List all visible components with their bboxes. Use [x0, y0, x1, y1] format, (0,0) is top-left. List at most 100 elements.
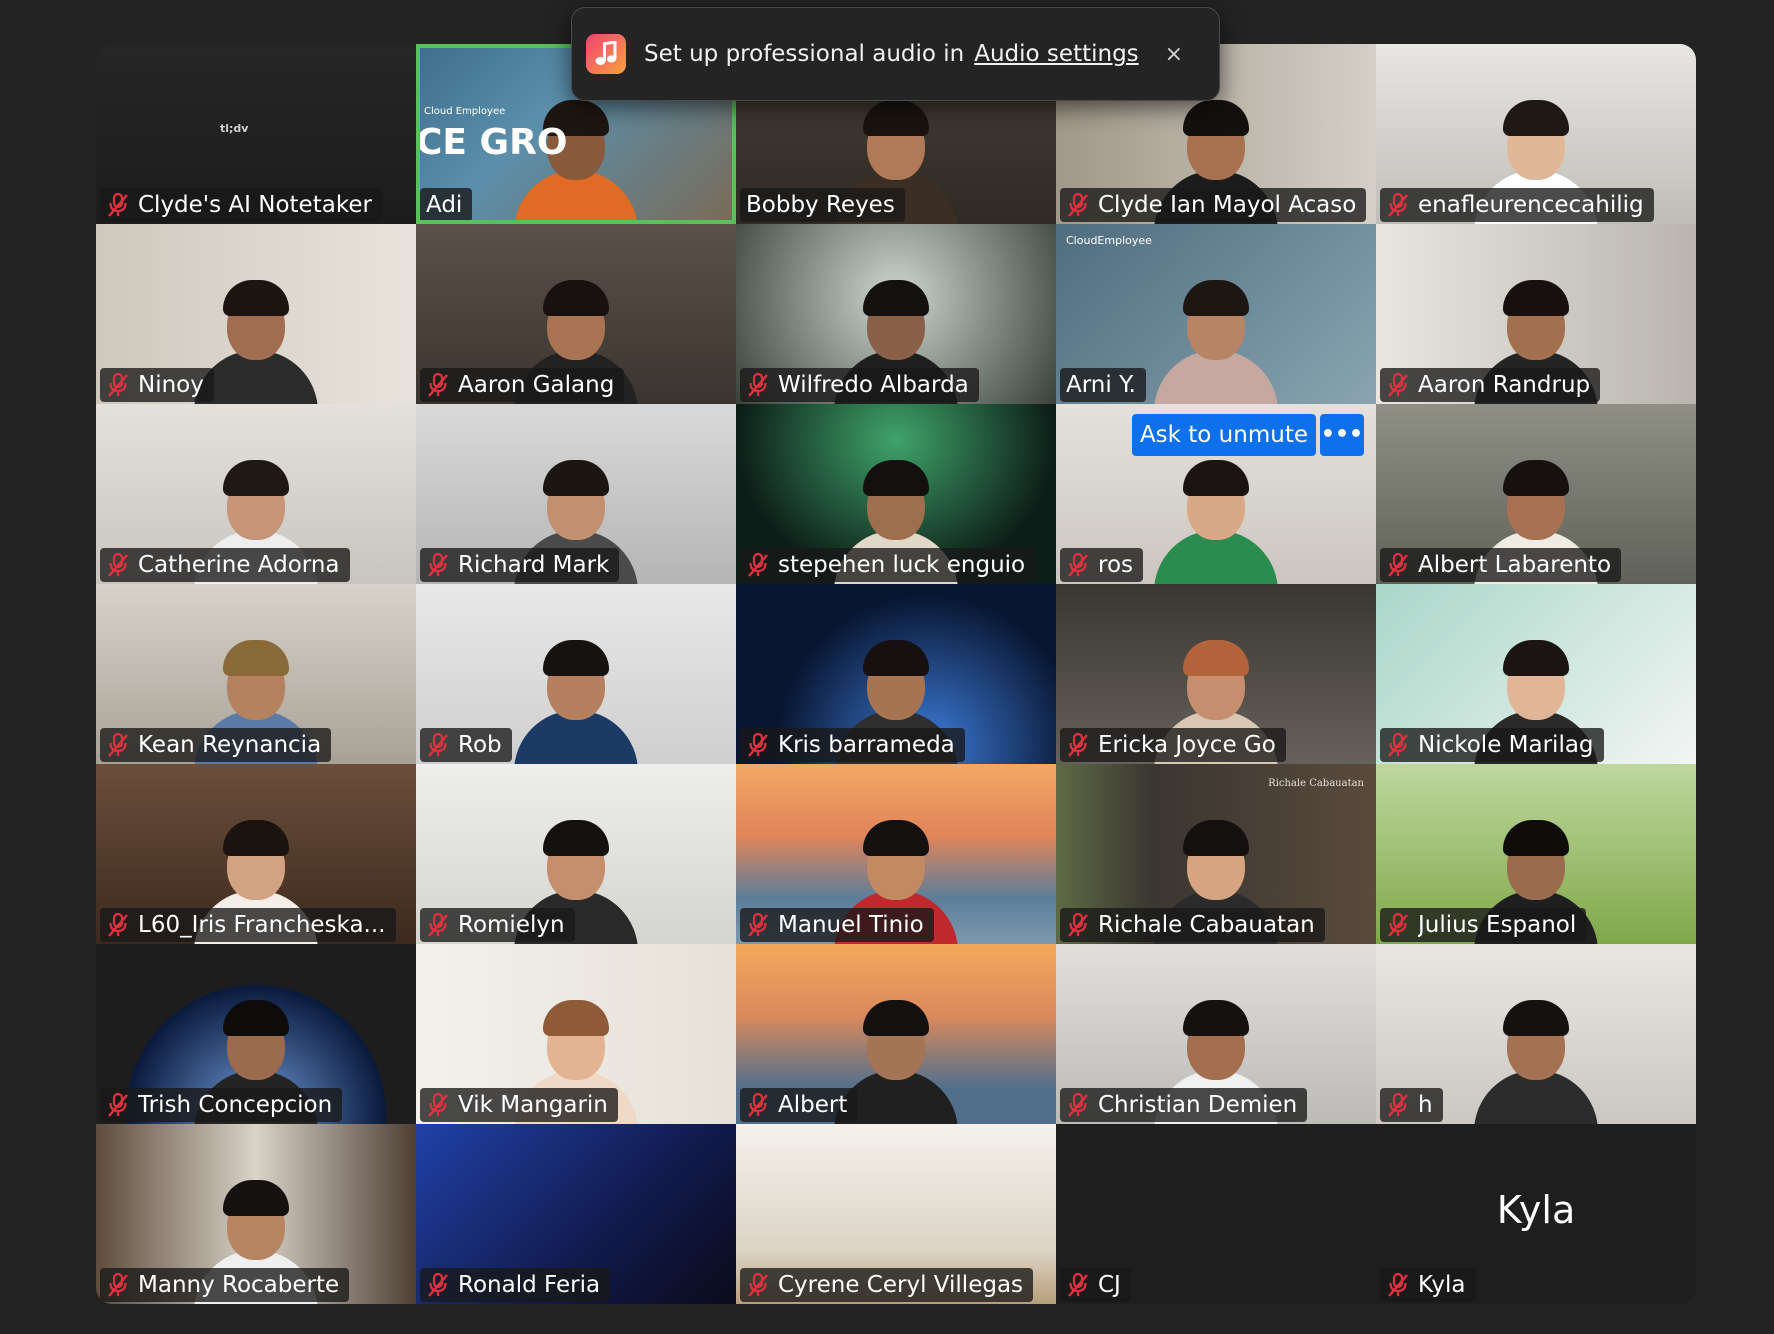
participant-name: Ronald Feria [458, 1272, 601, 1298]
participant-name-label: Rob [420, 728, 512, 762]
participant-name-label: Bobby Reyes [740, 188, 905, 222]
participant-name: Cyrene Ceryl Villegas [778, 1272, 1024, 1298]
participant-name-label: L60_Iris Francheska... [100, 908, 396, 942]
participant-name: CJ [1098, 1272, 1121, 1298]
participant-tile[interactable]: enafleurencecahilig [1376, 44, 1696, 224]
participant-tile[interactable]: Kris barrameda [736, 584, 1056, 764]
mic-muted-icon [748, 1092, 768, 1117]
participant-name: Ninoy [138, 372, 204, 398]
participant-tile[interactable]: L60_Iris Francheska... [96, 764, 416, 944]
participant-name: Arni Y. [1066, 372, 1136, 398]
participant-tile[interactable]: stepehen luck enguio [736, 404, 1056, 584]
mic-muted-icon [428, 732, 448, 757]
participant-tile[interactable]: Kyla Kyla [1376, 1124, 1696, 1304]
toast-message: Set up professional audio in [644, 41, 965, 67]
participant-name-label: Julius Espanol [1380, 908, 1587, 942]
mic-muted-icon [1068, 1092, 1088, 1117]
mic-muted-icon [428, 552, 448, 577]
mic-muted-icon [1068, 1272, 1088, 1297]
participant-tile[interactable]: Manny Rocaberte [96, 1124, 416, 1304]
participant-tile[interactable]: CloudEmployee Arni Y. [1056, 224, 1376, 404]
more-options-icon[interactable]: ••• [1320, 414, 1364, 456]
participant-tile[interactable]: Christian Demien [1056, 944, 1376, 1124]
participant-center-name: Kyla [1496, 1188, 1576, 1232]
participant-name-label: Romielyn [420, 908, 575, 942]
participant-name: Nickole Marilag [1418, 732, 1594, 758]
participant-name-label: CJ [1060, 1268, 1131, 1302]
background-brand-text: Cloud Employee [424, 106, 506, 117]
participant-tile[interactable]: tl;dv Clyde's AI Notetaker [96, 44, 416, 224]
participant-name-label: Richard Mark [420, 548, 620, 582]
participant-tile[interactable]: Cyrene Ceryl Villegas [736, 1124, 1056, 1304]
participant-name-label: Clyde's AI Notetaker [100, 188, 382, 222]
mic-muted-icon [1068, 732, 1088, 757]
participant-name: Albert [778, 1092, 848, 1118]
participant-tile[interactable]: Richale Cabauatan Richale Cabauatan [1056, 764, 1376, 944]
participant-tile[interactable]: Aaron Galang [416, 224, 736, 404]
participant-name-label: Ericka Joyce Go [1060, 728, 1286, 762]
participant-name: Rob [458, 732, 502, 758]
mic-muted-icon [748, 912, 768, 937]
participant-name: enafleurencecahilig [1418, 192, 1644, 218]
participant-name: Kyla [1418, 1272, 1466, 1298]
participant-name-label: Wilfredo Albarda [740, 368, 979, 402]
video-gallery: tl;dv Clyde's AI Notetaker Cloud Employee… [96, 44, 1696, 1304]
participant-tile[interactable]: Ninoy [96, 224, 416, 404]
mic-muted-icon [108, 1272, 128, 1297]
participant-name-label: Ronald Feria [420, 1268, 611, 1302]
participant-tile[interactable]: Richard Mark [416, 404, 736, 584]
participant-tile[interactable]: Ericka Joyce Go [1056, 584, 1376, 764]
participant-name: h [1418, 1092, 1433, 1118]
participant-name-label: Ninoy [100, 368, 214, 402]
participant-name: Clyde Ian Mayol Acaso [1098, 192, 1357, 218]
participant-name: Aaron Randrup [1418, 372, 1591, 398]
mic-muted-icon [748, 372, 768, 397]
participant-tile[interactable]: Manuel Tinio [736, 764, 1056, 944]
participant-name: Manny Rocaberte [138, 1272, 340, 1298]
participant-name-label: Trish Concepcion [100, 1088, 343, 1122]
participant-name: Kean Reynancia [138, 732, 322, 758]
participant-name-label: h [1380, 1088, 1443, 1122]
participant-name: Richard Mark [458, 552, 610, 578]
participant-name-label: Albert Labarento [1380, 548, 1622, 582]
participant-name-label: Manuel Tinio [740, 908, 934, 942]
participant-tile[interactable]: Ask to unmute ••• ros [1056, 404, 1376, 584]
participant-tile[interactable]: Albert Labarento [1376, 404, 1696, 584]
mic-muted-icon [1388, 1272, 1408, 1297]
mic-muted-icon [1068, 552, 1088, 577]
participant-name-label: stepehen luck enguio [740, 548, 1036, 582]
mic-muted-icon [1388, 192, 1408, 217]
mic-muted-icon [1388, 372, 1408, 397]
participant-tile[interactable]: Vik Mangarin [416, 944, 736, 1124]
participant-name-label: Christian Demien [1060, 1088, 1308, 1122]
mic-muted-icon [108, 552, 128, 577]
participant-name: Clyde's AI Notetaker [138, 192, 372, 218]
participant-name: Ericka Joyce Go [1098, 732, 1276, 758]
participant-tile[interactable]: Rob [416, 584, 736, 764]
notetaker-logo: tl;dv [220, 122, 249, 135]
participant-tile[interactable]: Wilfredo Albarda [736, 224, 1056, 404]
participant-name: Aaron Galang [458, 372, 615, 398]
participant-tile[interactable]: Ronald Feria [416, 1124, 736, 1304]
close-icon[interactable]: × [1165, 42, 1183, 67]
participant-tile[interactable]: Romielyn [416, 764, 736, 944]
participant-tile[interactable]: Nickole Marilag [1376, 584, 1696, 764]
participant-tile[interactable]: Catherine Adorna [96, 404, 416, 584]
ask-to-unmute-button[interactable]: Ask to unmute [1131, 414, 1316, 456]
participant-tile[interactable]: h [1376, 944, 1696, 1124]
participant-tile[interactable]: Aaron Randrup [1376, 224, 1696, 404]
participant-name: ros [1098, 552, 1134, 578]
participant-tile[interactable]: Trish Concepcion [96, 944, 416, 1124]
participant-name-label: Richale Cabauatan [1060, 908, 1325, 942]
mic-muted-icon [428, 372, 448, 397]
participant-name: Julius Espanol [1418, 912, 1577, 938]
participant-tile[interactable]: Kean Reynancia [96, 584, 416, 764]
audio-settings-link[interactable]: Audio settings [974, 41, 1138, 67]
mic-muted-icon [748, 732, 768, 757]
mic-muted-icon [1388, 912, 1408, 937]
participant-name: Richale Cabauatan [1098, 912, 1315, 938]
participant-tile[interactable]: CJ [1056, 1124, 1376, 1304]
mic-muted-icon [1388, 1092, 1408, 1117]
participant-tile[interactable]: Albert [736, 944, 1056, 1124]
participant-tile[interactable]: Julius Espanol [1376, 764, 1696, 944]
